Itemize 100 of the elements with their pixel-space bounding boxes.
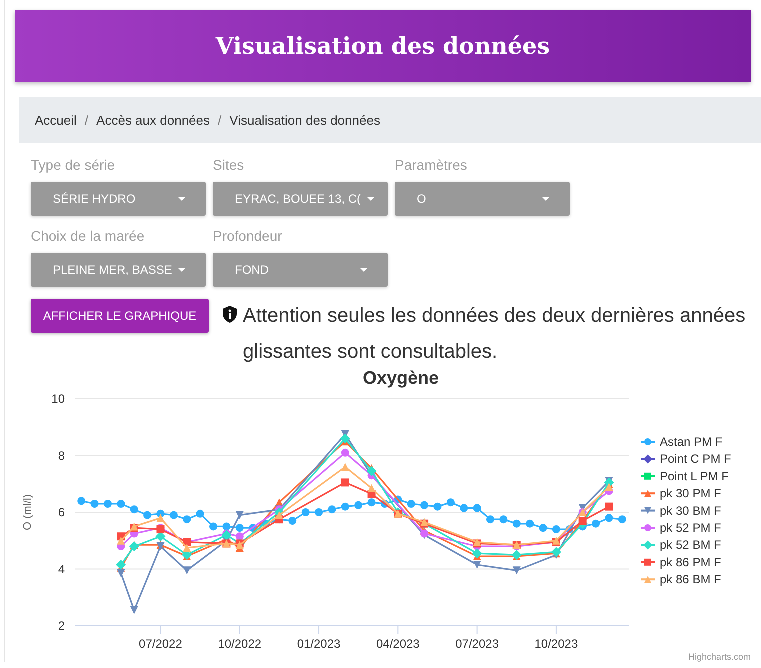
breadcrumb-item[interactable]: Accueil (35, 112, 77, 128)
point (605, 514, 614, 522)
axis-label: 10/2022 (218, 637, 262, 651)
axis-label: 04/2023 (376, 637, 420, 651)
axis-label: 6 (58, 506, 65, 520)
point (512, 520, 521, 528)
legend-label: pk 30 PM F (660, 486, 722, 501)
point (341, 463, 350, 472)
point (341, 502, 350, 511)
point (539, 524, 548, 532)
point (446, 498, 455, 507)
point (236, 524, 244, 532)
point (605, 482, 614, 491)
point (302, 508, 310, 516)
point (551, 547, 562, 558)
legend-label: pk 30 BM F (660, 504, 722, 518)
point (341, 478, 350, 487)
point (104, 500, 112, 508)
legend-label: pk 86 PM F (660, 555, 722, 570)
field-label: Profondeur (213, 228, 284, 246)
point (340, 434, 350, 444)
point (366, 466, 377, 476)
point (183, 544, 192, 552)
point (592, 520, 600, 528)
point (156, 514, 165, 522)
legend-label: Point C PM F (660, 452, 732, 466)
point (210, 522, 218, 531)
field-label: Choix de la marée (31, 228, 146, 246)
caret-icon (178, 268, 186, 272)
breadcrumb-item[interactable]: Visualisation des données (230, 112, 380, 128)
point (129, 542, 140, 552)
point (552, 526, 560, 534)
legend-item[interactable]: Point L PM F (641, 469, 729, 484)
point (512, 566, 521, 575)
point (315, 508, 324, 516)
legend-item[interactable]: Astan PM F (641, 435, 723, 449)
point (500, 516, 508, 524)
point (420, 501, 429, 510)
point (183, 566, 192, 575)
point (130, 506, 138, 514)
point (328, 506, 336, 514)
point (526, 520, 534, 528)
chart-title: Oxygène (362, 370, 440, 388)
legend-item[interactable]: pk 30 BM F (641, 504, 722, 518)
legend-label: pk 86 BM F (660, 572, 722, 587)
axis-label: 07/2023 (456, 637, 499, 651)
caret-icon (360, 268, 368, 272)
axis-label: 4 (58, 562, 65, 576)
show-chart-button[interactable]: AFFICHER LE GRAPHIQUE (31, 299, 209, 333)
axis-label: 10/2023 (534, 637, 578, 651)
point (117, 500, 126, 508)
field-label: Sites (213, 157, 246, 175)
point (368, 498, 376, 507)
point (183, 516, 192, 524)
axis-label: 8 (58, 448, 65, 463)
point (130, 606, 138, 614)
point (368, 484, 376, 492)
breadcrumb-separator: / (84, 112, 89, 128)
legend-item[interactable]: pk 86 BM F (641, 572, 722, 587)
point (90, 500, 99, 508)
page-title: Visualisation des données (216, 32, 550, 60)
breadcrumb-separator: / (218, 112, 222, 128)
point (116, 560, 126, 570)
legend-item[interactable]: pk 30 PM F (641, 486, 722, 501)
point (618, 516, 626, 524)
point (275, 511, 284, 520)
caret-icon (367, 197, 376, 201)
point (341, 448, 350, 457)
point (605, 502, 614, 511)
legend-item[interactable]: pk 52 BM F (641, 538, 722, 552)
point (472, 548, 482, 559)
point (354, 501, 363, 510)
legend-label: Astan PM F (660, 435, 723, 449)
legend-item[interactable]: Point C PM F (641, 452, 732, 466)
point (117, 536, 126, 545)
notice-text: Attention seules les données des deux dernières années glissantes sont consultables. (243, 304, 747, 365)
axis-label: 10 (52, 392, 65, 406)
axis-title: O (ml/l) (22, 494, 34, 531)
point (222, 530, 232, 540)
legend-label: pk 52 BM F (660, 538, 722, 552)
point (117, 570, 126, 578)
point (196, 510, 204, 518)
axis-label: 01/2023 (297, 637, 341, 651)
point (486, 516, 494, 524)
caret-icon (542, 197, 550, 201)
field-label: Type de série (31, 157, 116, 175)
point (236, 511, 244, 520)
legend-label: pk 52 PM F (660, 521, 722, 535)
point (407, 500, 416, 508)
legend-item[interactable]: pk 52 PM F (641, 521, 722, 535)
axis-label: 2 (58, 619, 65, 633)
point (434, 502, 442, 511)
breadcrumb-item[interactable]: Accès aux données (96, 112, 210, 128)
field-label: Paramètres (395, 157, 468, 175)
shield-icon (223, 306, 237, 323)
legend-label: Point L PM F (660, 469, 729, 484)
point (236, 532, 244, 541)
point (473, 504, 482, 512)
caret-icon (178, 197, 186, 201)
legend-item[interactable]: pk 86 PM F (641, 555, 722, 570)
